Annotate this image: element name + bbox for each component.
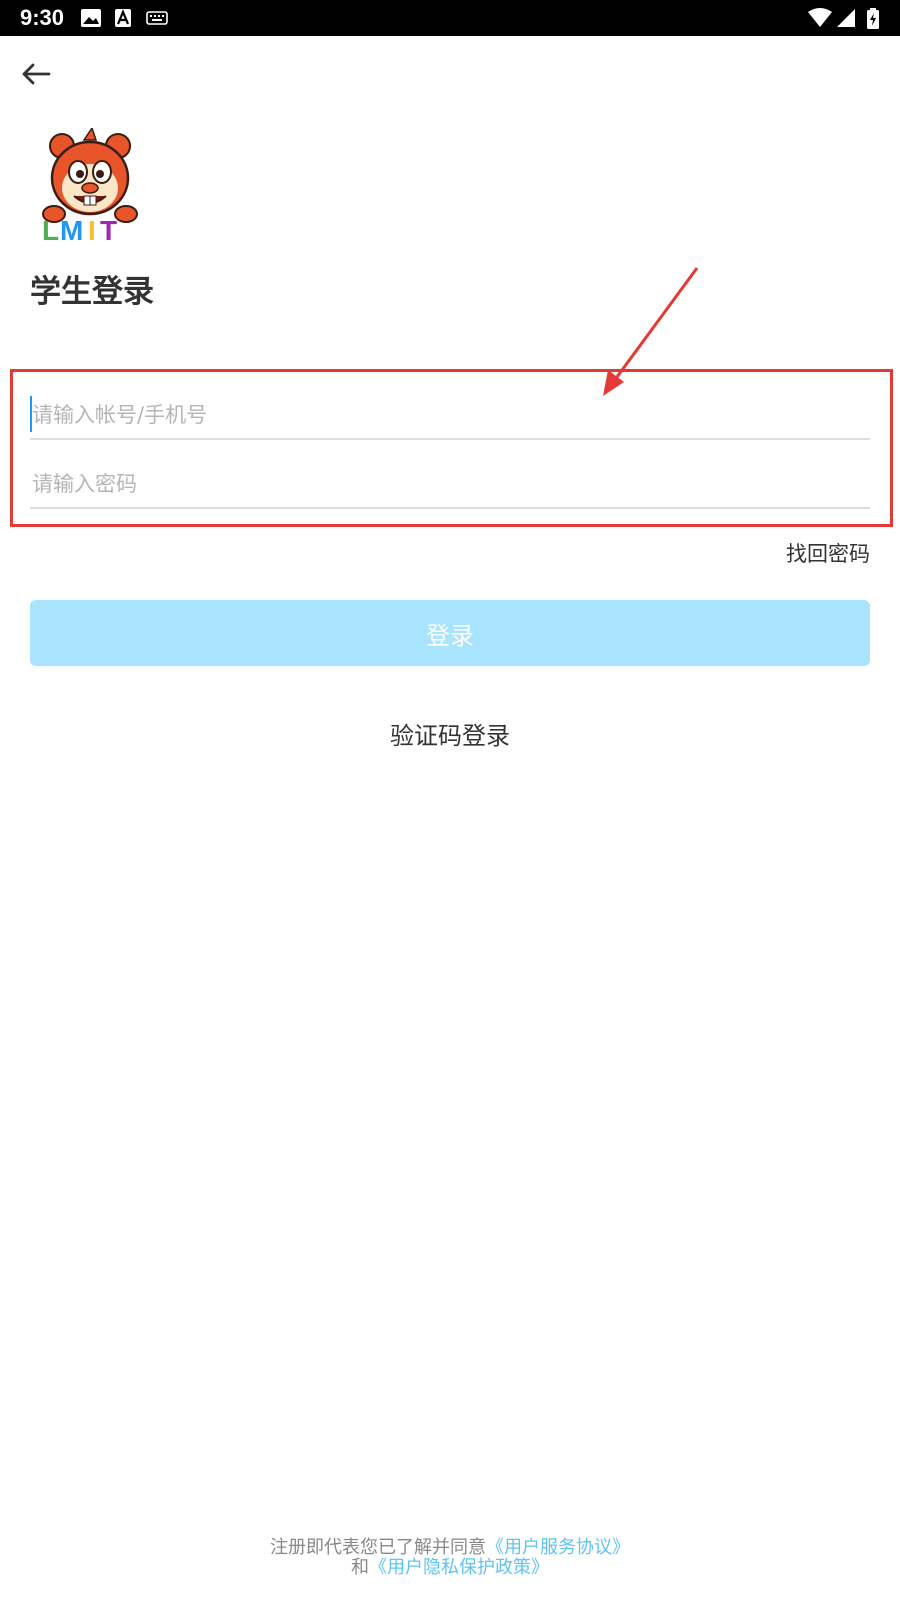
agreement-footer: 注册即代表您已了解并同意《用户服务协议》 和《用户隐私保护政策》 xyxy=(0,1538,900,1578)
agreement-prefix: 注册即代表您已了解并同意 xyxy=(270,1537,486,1558)
user-service-agreement-link[interactable]: 《用户服务协议》 xyxy=(486,1537,630,1558)
password-input[interactable] xyxy=(30,461,870,507)
back-button[interactable] xyxy=(14,56,58,96)
password-field[interactable] xyxy=(30,461,870,509)
image-icon xyxy=(80,8,102,32)
arrow-left-icon xyxy=(21,63,51,89)
svg-text:T: T xyxy=(100,215,117,244)
keyboard-icon xyxy=(146,8,168,32)
battery-charging-icon xyxy=(866,8,880,34)
find-password-link[interactable]: 找回密码 xyxy=(786,538,870,568)
svg-text:L: L xyxy=(42,215,59,244)
svg-text:M: M xyxy=(60,215,83,244)
text-a-icon xyxy=(114,8,132,32)
page-title: 学生登录 xyxy=(30,274,154,310)
account-field[interactable] xyxy=(30,392,870,440)
svg-text:I: I xyxy=(88,215,96,244)
app-logo: L M I T xyxy=(40,126,140,246)
agreement-and: 和 xyxy=(351,1557,369,1578)
agreement-line-1: 注册即代表您已了解并同意《用户服务协议》 xyxy=(0,1538,900,1558)
cellular-signal-icon xyxy=(836,8,856,32)
login-button[interactable]: 登录 xyxy=(30,600,870,666)
wifi-icon xyxy=(808,8,832,32)
privacy-policy-link[interactable]: 《用户隐私保护政策》 xyxy=(369,1557,549,1578)
status-bar: 9:30 xyxy=(0,0,900,36)
agreement-line-2: 和《用户隐私保护政策》 xyxy=(0,1558,900,1578)
text-cursor xyxy=(30,396,32,432)
account-input[interactable] xyxy=(30,392,870,438)
verification-code-login-link[interactable]: 验证码登录 xyxy=(0,716,900,751)
status-time: 9:30 xyxy=(20,5,65,30)
